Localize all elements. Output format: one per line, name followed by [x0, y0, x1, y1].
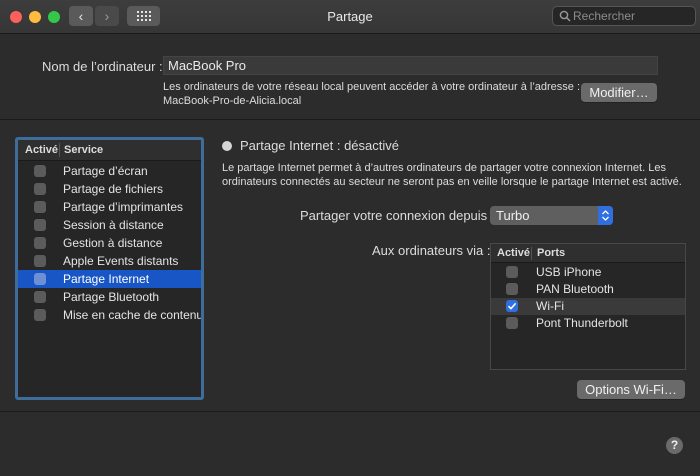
status-indicator [222, 141, 232, 151]
port-row[interactable]: Wi-Fi [491, 298, 685, 315]
service-row[interactable]: Partage Bluetooth [18, 288, 201, 306]
service-row-selected[interactable]: Partage Internet [18, 270, 201, 288]
port-checkbox-checked[interactable] [506, 300, 518, 312]
updown-chevron-icon [598, 206, 613, 225]
service-checkbox[interactable] [34, 309, 46, 321]
share-from-label: Partager votre connexion depuis : [300, 208, 495, 223]
port-row[interactable]: PAN Bluetooth [491, 281, 685, 298]
share-from-value: Turbo [496, 208, 530, 223]
column-header-active: Activé [497, 247, 531, 259]
service-row[interactable]: Partage d’imprimantes [18, 198, 201, 216]
port-checkbox[interactable] [506, 266, 518, 278]
wifi-options-button[interactable]: Options Wi-Fi… [577, 380, 685, 399]
description-text: ordinateurs connectés au secteur ne sero… [222, 176, 682, 188]
network-info-text: Les ordinateurs de votre réseau local pe… [163, 81, 581, 93]
service-row[interactable]: Apple Events distants [18, 252, 201, 270]
ports-list-header: Activé Ports [491, 244, 685, 263]
share-from-popup[interactable]: Turbo [490, 206, 613, 225]
service-checkbox[interactable] [34, 201, 46, 213]
port-label: PAN Bluetooth [536, 282, 614, 296]
ports-list[interactable]: Activé Ports USB iPhone PAN Bluetooth Wi… [490, 243, 686, 370]
port-label: Pont Thunderbolt [536, 316, 628, 330]
service-label: Apple Events distants [63, 254, 179, 268]
service-row[interactable]: Mise en cache de contenu [18, 306, 201, 324]
network-address-text: MacBook-Pro-de-Alicia.local [163, 95, 302, 107]
service-label: Partage Bluetooth [63, 290, 160, 304]
search-input[interactable] [573, 7, 691, 25]
divider [0, 119, 700, 120]
port-checkbox[interactable] [506, 317, 518, 329]
service-label: Partage d’imprimantes [63, 200, 184, 214]
help-button[interactable]: ? [666, 437, 683, 454]
service-checkbox[interactable] [34, 273, 46, 285]
services-list[interactable]: Activé Service Partage d’écran Partage d… [15, 137, 204, 400]
sharing-status-text: Partage Internet : désactivé [240, 138, 399, 153]
service-label: Partage d’écran [63, 164, 148, 178]
port-row[interactable]: Pont Thunderbolt [491, 315, 685, 332]
service-checkbox[interactable] [34, 237, 46, 249]
title-bar: ‹ › Partage [0, 0, 700, 34]
to-computers-label: Aux ordinateurs via : [372, 243, 491, 258]
service-label: Session à distance [63, 218, 164, 232]
column-header-service: Service [64, 144, 104, 156]
computer-name-label: Nom de l’ordinateur : [42, 59, 163, 74]
service-checkbox[interactable] [34, 165, 46, 177]
service-label: Partage Internet [63, 272, 150, 286]
search-icon [559, 10, 571, 22]
service-row[interactable]: Partage d’écran [18, 162, 201, 180]
services-list-header: Activé Service [18, 140, 201, 161]
divider [0, 411, 700, 412]
column-header-ports: Ports [537, 247, 566, 259]
port-label: USB iPhone [536, 265, 602, 279]
port-row[interactable]: USB iPhone [491, 264, 685, 281]
service-checkbox[interactable] [34, 291, 46, 303]
service-checkbox[interactable] [34, 183, 46, 195]
service-row[interactable]: Partage de fichiers [18, 180, 201, 198]
service-label: Gestion à distance [63, 236, 163, 250]
service-label: Partage de fichiers [63, 182, 164, 196]
service-checkbox[interactable] [34, 219, 46, 231]
checkmark-icon [507, 302, 517, 310]
service-row[interactable]: Session à distance [18, 216, 201, 234]
description-text: Le partage Internet permet à d’autres or… [222, 162, 666, 174]
column-header-active: Activé [25, 144, 59, 156]
port-checkbox[interactable] [506, 283, 518, 295]
service-label: Mise en cache de contenu [63, 308, 201, 322]
service-row[interactable]: Gestion à distance [18, 234, 201, 252]
computer-name-field[interactable]: MacBook Pro [163, 56, 658, 75]
port-label: Wi-Fi [536, 299, 564, 313]
service-checkbox[interactable] [34, 255, 46, 267]
modify-button[interactable]: Modifier… [581, 83, 657, 102]
search-field[interactable] [552, 6, 696, 26]
